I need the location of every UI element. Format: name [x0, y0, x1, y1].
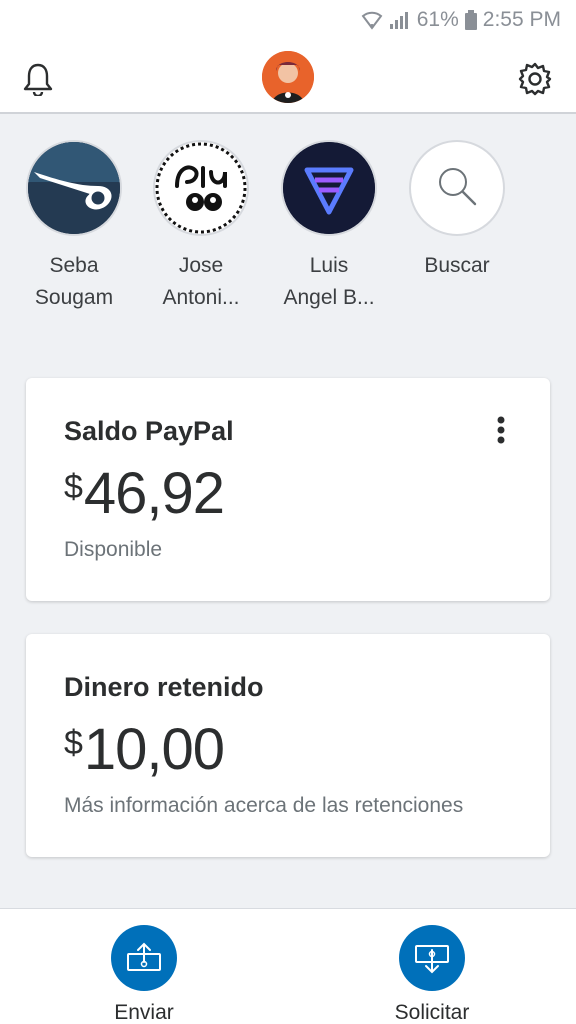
contact-luis-angel[interactable]: Luis Angel B...: [269, 140, 389, 314]
contact-jose-antonio[interactable]: Jose Antoni...: [141, 140, 261, 314]
gear-icon[interactable]: [518, 62, 552, 101]
more-options-icon[interactable]: [496, 416, 506, 451]
contact-name: Seba Sougam: [34, 254, 114, 309]
holds-info-link[interactable]: Más información acerca de las retencione…: [64, 794, 463, 818]
request-label: Solicitar: [394, 1001, 470, 1024]
request-money-icon: [399, 925, 465, 991]
battery-icon: [464, 10, 477, 30]
bottom-action-bar: Enviar Solicitar: [0, 908, 576, 1024]
bell-icon[interactable]: [22, 62, 54, 101]
clock-time: 2:55 PM: [482, 8, 561, 31]
signal-icon: [389, 10, 411, 30]
status-bar: 61% 2:55 PM: [0, 0, 576, 40]
battery-percent: 61%: [416, 8, 459, 31]
send-money-icon: [111, 925, 177, 991]
paypal-balance-card[interactable]: Saldo PayPal $46,92 Disponible: [26, 378, 550, 601]
send-button[interactable]: Enviar: [74, 925, 214, 1024]
balance-amount: $46,92: [64, 461, 225, 526]
held-money-card[interactable]: Dinero retenido $10,00 Más información a…: [26, 634, 550, 857]
held-title: Dinero retenido: [64, 672, 264, 702]
held-amount: $10,00: [64, 717, 225, 782]
top-bar: [0, 40, 576, 114]
contact-name: Luis Angel B...: [283, 254, 375, 309]
contact-name: Buscar: [424, 254, 490, 277]
wifi-icon: [361, 10, 383, 30]
contact-seba-sougam[interactable]: Seba Sougam: [14, 140, 134, 314]
contacts-row: Seba Sougam Jose Antoni... Luis Angel B.…: [0, 140, 576, 320]
balance-title: Saldo PayPal: [64, 416, 234, 446]
request-button[interactable]: Solicitar: [362, 925, 502, 1024]
search-contact-button[interactable]: Buscar: [397, 140, 517, 282]
search-icon: [433, 162, 481, 215]
contact-avatar: [153, 140, 249, 236]
contact-name: Jose Antoni...: [162, 254, 240, 309]
avatar[interactable]: [262, 51, 314, 103]
contact-avatar: [281, 140, 377, 236]
balance-subtitle: Disponible: [64, 538, 163, 561]
search-circle: [409, 140, 505, 236]
send-label: Enviar: [114, 1001, 174, 1024]
contact-avatar: [26, 140, 122, 236]
